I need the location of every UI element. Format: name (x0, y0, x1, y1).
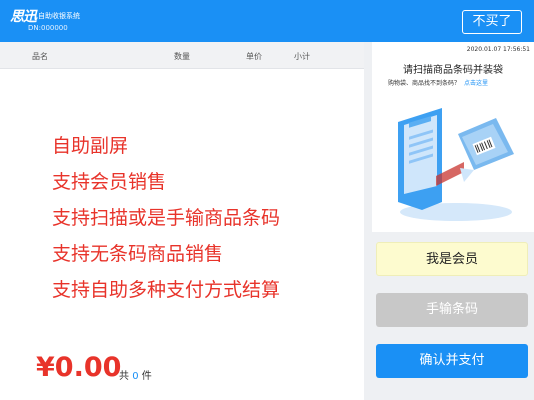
feature-item: 支持会员销售 (52, 171, 167, 193)
feature-item: 自助副屏 (52, 135, 129, 157)
top-bar: 思迅 自助收银系统 DN:000000 不买了 (0, 0, 534, 42)
cancel-purchase-button[interactable]: 不买了 (462, 10, 522, 34)
click-here-link[interactable]: 点击这里 (464, 80, 488, 87)
scan-panel: 2020.01.07 17:56:51 请扫描商品条码并装袋 购物袋、商品找不到… (372, 42, 534, 232)
manual-barcode-button[interactable]: 手输条码 (376, 293, 528, 327)
app-name: 自助收银系统 (38, 12, 80, 20)
scanner-illustration-icon (398, 108, 514, 221)
column-header-price: 单价 (246, 52, 262, 61)
scan-prompt: 请扫描商品条码并装袋 (403, 65, 503, 76)
count-suffix: 件 (141, 371, 152, 382)
item-count: 共 0 件 (119, 367, 152, 382)
cart-table-header: 品名 数量 单价 小计 (0, 42, 364, 69)
column-header-subtotal: 小计 (294, 52, 310, 61)
count-prefix: 共 (119, 371, 129, 382)
bag-hint: 购物袋、商品找不到条码？ 点击这里 (388, 78, 488, 87)
datetime: 2020.01.07 17:56:51 (466, 46, 530, 53)
member-button[interactable]: 我是会员 (376, 242, 528, 276)
device-number: DN:000000 (28, 24, 68, 32)
feature-item: 支持自助多种支付方式结算 (52, 279, 281, 301)
side-panel: 2020.01.07 17:56:51 请扫描商品条码并装袋 购物袋、商品找不到… (372, 42, 534, 400)
confirm-pay-button[interactable]: 确认并支付 (376, 344, 528, 378)
brand-logo: 思迅 (10, 9, 37, 25)
total-amount: ¥0.00 (36, 352, 122, 383)
feature-item: 支持扫描或是手输商品条码 (52, 207, 281, 229)
column-header-name: 品名 (32, 52, 48, 61)
feature-item: 支持无条码商品销售 (52, 243, 224, 265)
hint-text: 购物袋、商品找不到条码？ (388, 80, 461, 87)
cart-panel: 品名 数量 单价 小计 自助副屏 支持会员销售 支持扫描或是手输商品条码 支持无… (0, 42, 364, 400)
count-value: 0 (132, 371, 139, 382)
feature-list: 自助副屏 支持会员销售 支持扫描或是手输商品条码 支持无条码商品销售 支持自助多… (52, 128, 280, 308)
column-header-quantity: 数量 (174, 52, 190, 61)
